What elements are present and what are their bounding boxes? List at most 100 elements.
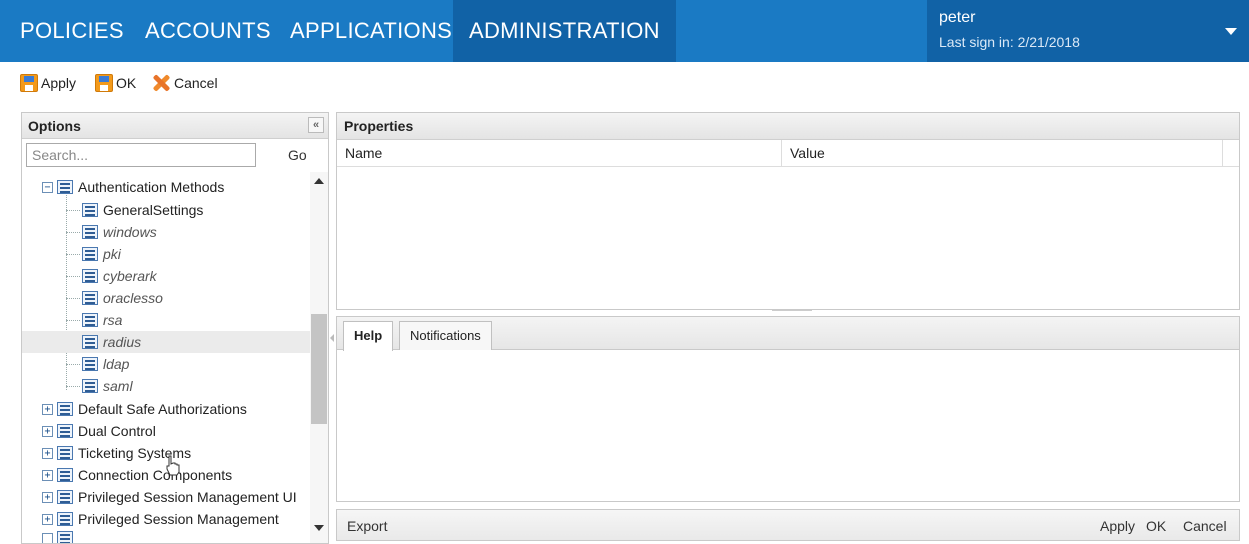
tab-notifications[interactable]: Notifications bbox=[399, 321, 492, 350]
settings-node-icon bbox=[57, 402, 73, 416]
settings-node-icon bbox=[82, 269, 98, 283]
tree-node-pki[interactable]: pki bbox=[22, 243, 310, 265]
tree-node-label: ldap bbox=[103, 356, 130, 372]
tree-node-oraclesso[interactable]: oraclesso bbox=[22, 287, 310, 309]
tree-node-authentication-methods[interactable]: − Authentication Methods bbox=[22, 176, 310, 198]
options-panel: Options « Go − Authentication Methods Ge… bbox=[21, 112, 329, 544]
tree-node-psm[interactable]: + Privileged Session Management bbox=[22, 508, 310, 530]
column-divider[interactable] bbox=[1222, 140, 1223, 167]
options-header: Options « bbox=[22, 113, 328, 139]
column-divider[interactable] bbox=[781, 140, 782, 167]
scroll-up-icon[interactable] bbox=[314, 178, 324, 184]
chevron-down-icon[interactable] bbox=[1225, 28, 1237, 35]
tree-node-dual-control[interactable]: + Dual Control bbox=[22, 420, 310, 442]
settings-node-icon bbox=[82, 335, 98, 349]
expand-toggle-icon[interactable]: + bbox=[42, 447, 53, 459]
cancel-button[interactable]: Cancel bbox=[152, 72, 218, 94]
tree-node-cyberark[interactable]: cyberark bbox=[22, 265, 310, 287]
nav-administration[interactable]: ADMINISTRATION bbox=[453, 0, 676, 62]
settings-node-icon bbox=[82, 291, 98, 305]
chevron-left-icon[interactable] bbox=[330, 334, 334, 342]
tree-node-windows[interactable]: windows bbox=[22, 221, 310, 243]
tab-help[interactable]: Help bbox=[343, 321, 394, 351]
footer-bar: Export Apply OK Cancel bbox=[336, 509, 1240, 541]
settings-node-icon bbox=[57, 424, 73, 438]
hand-cursor-icon bbox=[166, 455, 180, 476]
nav-accounts[interactable]: ACCOUNTS bbox=[145, 0, 271, 62]
user-menu[interactable]: peter Last sign in: 2/21/2018 bbox=[927, 0, 1249, 62]
expand-toggle-icon[interactable]: + bbox=[42, 513, 53, 525]
tree-node-label: Privileged Session Management bbox=[78, 511, 279, 527]
expand-toggle-icon[interactable] bbox=[42, 532, 53, 543]
settings-node-icon bbox=[57, 446, 73, 460]
tree-node-label: cyberark bbox=[103, 268, 157, 284]
tree-node-label: rsa bbox=[103, 312, 123, 328]
tree-node-label: pki bbox=[103, 246, 121, 262]
tree-node-label: Privileged Session Management UI bbox=[78, 489, 297, 505]
user-name: peter bbox=[939, 9, 976, 26]
tree-node-label: Dual Control bbox=[78, 423, 156, 439]
last-sign-in: Last sign in: 2/21/2018 bbox=[939, 34, 1080, 50]
search-input[interactable] bbox=[26, 143, 256, 167]
collapse-toggle-icon[interactable]: − bbox=[42, 181, 53, 193]
tree-node-label: Connection Components bbox=[78, 467, 233, 483]
expand-toggle-icon[interactable]: + bbox=[42, 403, 53, 415]
column-header-name[interactable]: Name bbox=[345, 145, 382, 161]
tree-node-psm-ui[interactable]: + Privileged Session Management UI bbox=[22, 486, 310, 508]
tree-node-label: GeneralSettings bbox=[103, 202, 204, 218]
settings-node-icon bbox=[57, 180, 73, 194]
cancel-label: Cancel bbox=[174, 75, 218, 91]
tree-node-saml[interactable]: saml bbox=[22, 375, 310, 397]
settings-node-icon bbox=[82, 247, 98, 261]
tree-node-label: oraclesso bbox=[103, 290, 163, 306]
help-panel: Help Notifications bbox=[336, 316, 1240, 502]
settings-node-icon bbox=[57, 512, 73, 526]
expand-toggle-icon[interactable]: + bbox=[42, 469, 53, 481]
go-button[interactable]: Go bbox=[288, 147, 307, 163]
ok-label: OK bbox=[116, 75, 137, 91]
save-icon bbox=[95, 74, 113, 92]
settings-node-icon bbox=[57, 490, 73, 504]
tree-node-radius[interactable]: radius bbox=[22, 331, 310, 353]
properties-grid-header: Name Value bbox=[337, 140, 1239, 167]
splitter-handle[interactable] bbox=[772, 310, 812, 312]
tree-scrollbar[interactable] bbox=[310, 172, 328, 543]
scrollbar-thumb[interactable] bbox=[311, 314, 327, 424]
tree-node-rsa[interactable]: rsa bbox=[22, 309, 310, 331]
tree-node-label: Authentication Methods bbox=[78, 179, 225, 195]
vertical-splitter[interactable] bbox=[329, 112, 336, 544]
search-row: Go bbox=[22, 139, 328, 171]
tree-node-label: windows bbox=[103, 224, 157, 240]
collapse-panel-button[interactable]: « bbox=[308, 117, 324, 133]
footer-ok-button[interactable]: OK bbox=[1146, 518, 1166, 534]
settings-node-icon bbox=[82, 357, 98, 371]
tree-node-label: Default Safe Authorizations bbox=[78, 401, 247, 417]
nav-policies[interactable]: POLICIES bbox=[20, 0, 124, 62]
settings-node-icon bbox=[57, 531, 73, 543]
apply-button[interactable]: Apply bbox=[20, 72, 76, 94]
properties-panel: Properties Name Value bbox=[336, 112, 1240, 310]
footer-apply-button[interactable]: Apply bbox=[1100, 518, 1135, 534]
footer-cancel-button[interactable]: Cancel bbox=[1183, 518, 1227, 534]
top-navigation-bar: POLICIES ACCOUNTS APPLICATIONS ADMINISTR… bbox=[0, 0, 1249, 62]
tree-node-generalsettings[interactable]: GeneralSettings bbox=[22, 199, 310, 221]
settings-node-icon bbox=[57, 468, 73, 482]
ok-button[interactable]: OK bbox=[95, 72, 136, 94]
options-title: Options bbox=[28, 118, 81, 134]
nav-applications[interactable]: APPLICATIONS bbox=[290, 0, 452, 62]
export-button[interactable]: Export bbox=[347, 518, 387, 534]
properties-header: Properties bbox=[337, 113, 1239, 140]
column-header-value[interactable]: Value bbox=[790, 145, 825, 161]
tree-node-label: radius bbox=[103, 334, 142, 350]
tree-node-ldap[interactable]: ldap bbox=[22, 353, 310, 375]
apply-label: Apply bbox=[41, 75, 77, 91]
expand-toggle-icon[interactable]: + bbox=[42, 425, 53, 437]
expand-toggle-icon[interactable]: + bbox=[42, 491, 53, 503]
settings-node-icon bbox=[82, 379, 98, 393]
tree-node-partial[interactable] bbox=[22, 531, 310, 543]
settings-node-icon bbox=[82, 203, 98, 217]
scroll-down-icon[interactable] bbox=[314, 525, 324, 531]
save-icon bbox=[20, 74, 38, 92]
tree-node-label: saml bbox=[103, 378, 133, 394]
tree-node-default-safe-authorizations[interactable]: + Default Safe Authorizations bbox=[22, 398, 310, 420]
